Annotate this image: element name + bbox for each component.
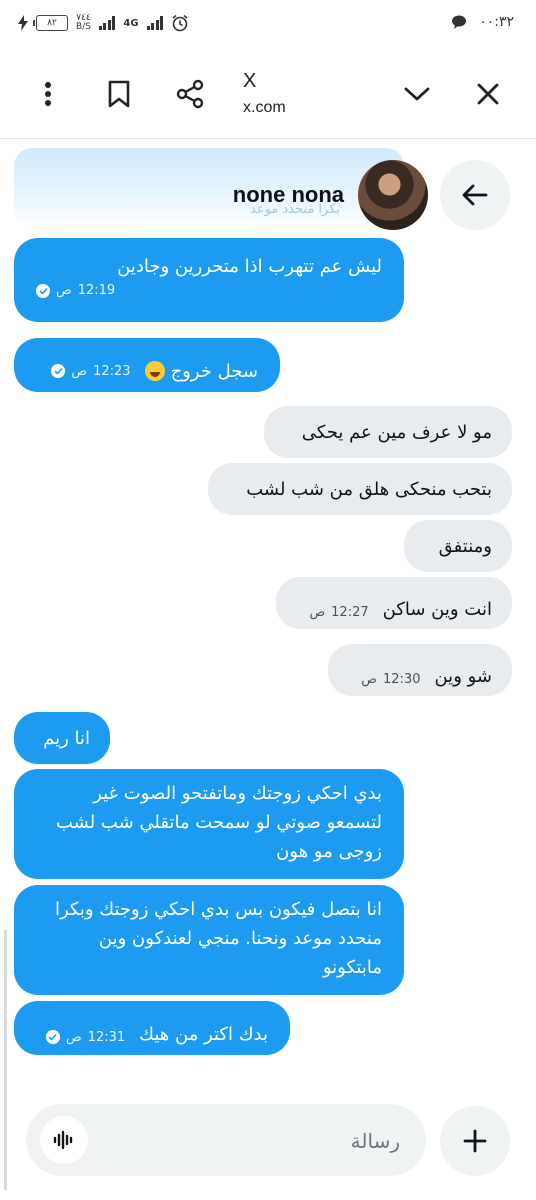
signal-icon — [98, 16, 116, 30]
share-icon[interactable] — [170, 74, 210, 114]
add-attachment-button[interactable] — [440, 1106, 510, 1176]
scrollbar[interactable] — [4, 930, 7, 1190]
message-meta: 12:23 ص — [51, 363, 131, 379]
message-text: بدك اكتر من هيك — [139, 1023, 268, 1045]
avatar[interactable] — [358, 160, 428, 230]
net-speed: ٧٤٤ B/S — [76, 14, 91, 32]
url-host: x.com — [243, 99, 286, 116]
signal-icon-2 — [146, 16, 164, 30]
chat-notification-icon — [452, 15, 467, 29]
message-bubble[interactable]: مو لا عرف مين عم يحكى — [264, 406, 512, 458]
close-icon[interactable] — [468, 74, 508, 114]
message-text-content: سجل خروج — [170, 360, 258, 382]
message-time: 12:31 — [87, 1029, 126, 1045]
message-time: 12:23 — [93, 363, 131, 379]
message-input[interactable] — [118, 1124, 402, 1158]
network-type: 4G — [123, 17, 139, 29]
message-bubble[interactable]: ليش عم تتهرب اذا متحررين وجادين 12:19 ص — [14, 238, 404, 322]
voice-waveform-icon — [53, 1130, 73, 1150]
message-bubble[interactable]: انا ريم — [14, 712, 110, 764]
message-meta: 12:19 ص — [36, 283, 382, 298]
message-ampm: ص — [65, 1029, 82, 1045]
message-bubble[interactable]: ومنتفق — [404, 520, 512, 572]
message-text: شو وين — [434, 665, 492, 687]
status-time: ٠٠:٣٢ — [479, 14, 514, 30]
chevron-down-icon[interactable] — [397, 74, 437, 114]
browser-toolbar: X x.com — [0, 52, 536, 139]
status-bar: ٨٢ ٧٤٤ B/S 4G ٠٠:٣٢ — [0, 0, 536, 52]
message-text: انا بتصل فيكون بس بدي احكي زوجتك وبكرا م… — [55, 899, 382, 978]
read-check-icon — [36, 283, 50, 298]
message-bubble[interactable]: انا بتصل فيكون بس بدي احكي زوجتك وبكرا م… — [14, 885, 404, 995]
message-time: 12:19 — [77, 283, 116, 298]
read-check-icon — [45, 1030, 60, 1044]
message-ampm: ص — [71, 363, 88, 379]
read-check-icon — [51, 364, 66, 378]
conversation-name[interactable]: none nona — [233, 182, 344, 208]
message-bubble[interactable]: انت وين ساكن 12:27 ص — [276, 577, 512, 629]
bookmark-icon[interactable] — [99, 74, 139, 114]
message-text: سجل خروج — [144, 357, 258, 386]
battery-indicator: ٨٢ — [33, 15, 68, 31]
message-text: بتحب منحكى هلق من شب لشب — [246, 479, 492, 500]
alarm-icon — [172, 14, 188, 32]
status-bar-left: ٨٢ ٧٤٤ B/S 4G — [18, 14, 189, 32]
message-time: 12:27 — [331, 604, 369, 620]
message-bubble[interactable]: بتحب منحكى هلق من شب لشب — [208, 463, 512, 515]
message-ampm: ص — [309, 604, 326, 620]
chat-header — [14, 148, 404, 228]
back-button[interactable] — [440, 160, 510, 230]
more-menu-icon[interactable] — [28, 74, 68, 114]
message-meta: 12:31 ص — [45, 1029, 126, 1045]
message-bubble[interactable]: بدي احكي زوجتك وماتفتحو الصوت غير لتسمعو… — [14, 769, 404, 879]
message-text: بدي احكي زوجتك وماتفتحو الصوت غير لتسمعو… — [55, 783, 382, 862]
message-text: ليش عم تتهرب اذا متحررين وجادين — [117, 256, 382, 277]
message-ampm: ص — [56, 283, 72, 298]
net-speed-unit: B/S — [76, 22, 91, 32]
message-bubble[interactable]: سجل خروج 12:23 ص — [14, 338, 280, 392]
plus-icon — [463, 1129, 487, 1153]
message-text: انا ريم — [43, 728, 90, 749]
rofl-emoji-icon — [144, 361, 165, 381]
status-bar-right: ٠٠:٣٢ — [451, 14, 514, 30]
message-text: ومنتفق — [438, 536, 492, 557]
message-bubble[interactable]: بدك اكتر من هيك 12:31 ص — [14, 1001, 290, 1055]
url-bar[interactable]: X x.com — [243, 70, 286, 117]
message-composer — [26, 1104, 426, 1176]
page-title: X — [243, 70, 257, 92]
message-text: انت وين ساكن — [382, 598, 492, 620]
arrow-left-icon — [462, 184, 488, 206]
message-ampm: ص — [361, 671, 378, 687]
message-time: 12:30 — [383, 671, 421, 687]
charging-icon — [18, 15, 28, 31]
message-meta: 12:27 ص — [309, 605, 368, 620]
message-bubble[interactable]: شو وين 12:30 ص — [328, 644, 512, 696]
message-text: مو لا عرف مين عم يحكى — [301, 422, 492, 443]
voice-message-button[interactable] — [40, 1116, 88, 1164]
message-meta: 12:30 ص — [361, 672, 420, 687]
